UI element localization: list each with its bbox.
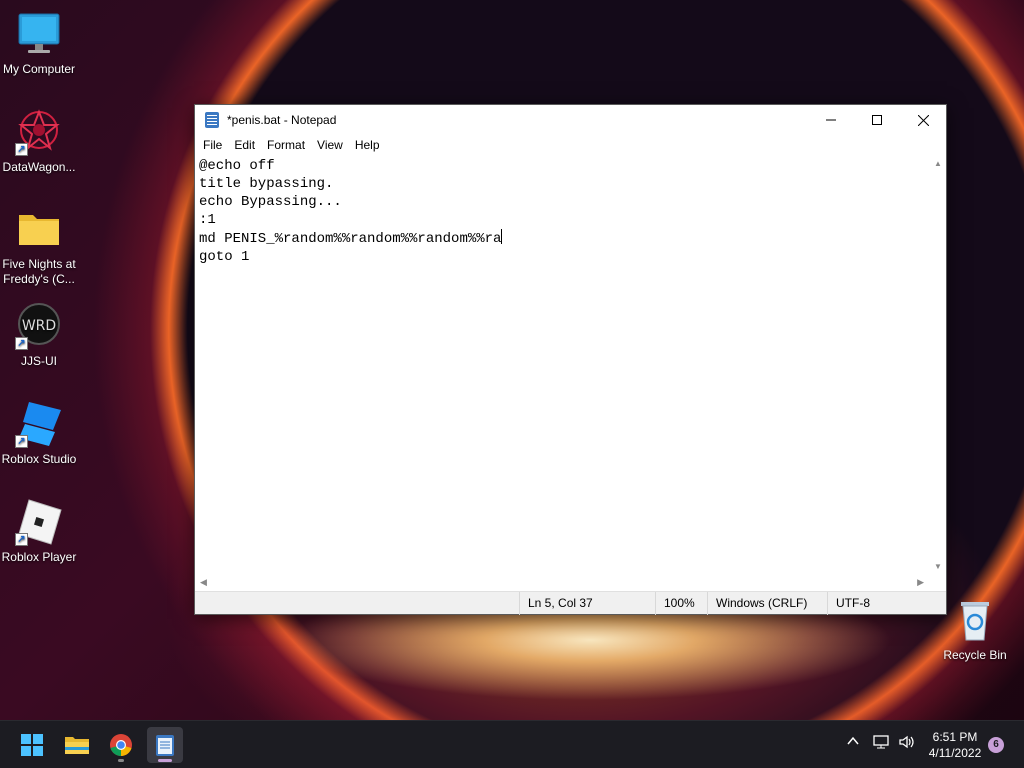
jjs-ui-icon: WRD ↗ bbox=[15, 302, 63, 350]
notification-badge[interactable]: 6 bbox=[988, 737, 1004, 753]
close-icon bbox=[917, 114, 929, 126]
text-caret bbox=[501, 229, 503, 244]
clock[interactable]: 6:51 PM 4/11/2022 bbox=[920, 729, 990, 761]
menu-bar: File Edit Format View Help bbox=[195, 135, 946, 155]
volume-icon[interactable] bbox=[898, 734, 916, 753]
notepad-window[interactable]: *penis.bat - Notepad File Edit Format Vi… bbox=[194, 104, 947, 615]
desktop-icon-datawagon[interactable]: ↗ DataWagon... bbox=[0, 108, 78, 175]
editor-line: echo Bypassing... bbox=[199, 194, 342, 210]
notepad-icon bbox=[156, 735, 174, 756]
desktop-icon-label: Roblox Player bbox=[1, 550, 77, 564]
shortcut-arrow-icon: ↗ bbox=[15, 337, 28, 350]
text-editor[interactable]: @echo off title bypassing. echo Bypassing.… bbox=[195, 155, 930, 575]
minimize-button[interactable] bbox=[808, 105, 854, 135]
desktop-icon-recycle-bin[interactable]: Recycle Bin bbox=[936, 596, 1014, 663]
window-title: *penis.bat - Notepad bbox=[227, 113, 337, 127]
desktop-icon-roblox-studio[interactable]: ↗ Roblox Studio bbox=[0, 400, 78, 467]
clock-date: 4/11/2022 bbox=[928, 746, 982, 760]
monitor-icon bbox=[15, 10, 63, 58]
editor-line: @echo off bbox=[199, 158, 275, 174]
maximize-button[interactable] bbox=[854, 105, 900, 135]
shortcut-arrow-icon: ↗ bbox=[15, 533, 28, 546]
desktop-icon-label: Five Nights at Freddy's (C... bbox=[2, 257, 76, 286]
status-position: Ln 5, Col 37 bbox=[519, 592, 655, 615]
scroll-right-icon[interactable]: ▶ bbox=[917, 577, 924, 588]
editor-line: title bypassing. bbox=[199, 176, 334, 192]
scroll-left-icon[interactable]: ◀ bbox=[200, 577, 207, 588]
scroll-up-icon[interactable]: ▲ bbox=[934, 159, 942, 168]
menu-view[interactable]: View bbox=[311, 138, 349, 152]
horizontal-scrollbar[interactable]: ◀ ▶ bbox=[195, 575, 930, 591]
desktop-icon-label: DataWagon... bbox=[2, 160, 76, 174]
start-button[interactable] bbox=[14, 727, 50, 763]
menu-help[interactable]: Help bbox=[349, 138, 386, 152]
desktop-icon-jjs-ui[interactable]: WRD ↗ JJS-UI bbox=[0, 302, 78, 369]
scroll-down-icon[interactable]: ▼ bbox=[934, 562, 942, 571]
status-bar: Ln 5, Col 37 100% Windows (CRLF) UTF-8 bbox=[195, 591, 947, 615]
taskbar-chrome[interactable] bbox=[103, 727, 139, 763]
notepad-titlebar[interactable]: *penis.bat - Notepad bbox=[195, 105, 946, 135]
roblox-player-icon: ↗ bbox=[15, 498, 63, 546]
menu-format[interactable]: Format bbox=[261, 138, 311, 152]
menu-edit[interactable]: Edit bbox=[228, 138, 261, 152]
recycle-bin-icon bbox=[951, 596, 999, 644]
desktop-icon-label: My Computer bbox=[2, 62, 76, 76]
taskbar-notepad[interactable] bbox=[147, 727, 183, 763]
roblox-studio-icon: ↗ bbox=[15, 400, 63, 448]
windows-icon bbox=[21, 734, 43, 756]
close-button[interactable] bbox=[900, 105, 946, 135]
notepad-app-icon bbox=[205, 112, 219, 128]
running-indicator bbox=[158, 759, 172, 762]
desktop-icon-my-computer[interactable]: My Computer bbox=[0, 10, 78, 77]
jjs-ui-logo-text: WRD bbox=[22, 318, 56, 334]
datawagon-icon: ↗ bbox=[15, 108, 63, 156]
taskbar-file-explorer[interactable] bbox=[59, 727, 95, 763]
running-indicator bbox=[118, 759, 124, 762]
desktop-icon-roblox-player[interactable]: ↗ Roblox Player bbox=[0, 498, 78, 565]
editor-line-text: md PENIS_%random%%random%%random%%ra bbox=[199, 231, 502, 247]
desktop-icon-fnaf[interactable]: Five Nights at Freddy's (C... bbox=[0, 205, 78, 287]
minimize-icon bbox=[826, 119, 836, 121]
editor-line: goto 1 bbox=[199, 249, 250, 265]
shortcut-arrow-icon: ↗ bbox=[15, 143, 28, 156]
folder-icon bbox=[15, 205, 63, 253]
editor-line: :1 bbox=[199, 212, 216, 228]
clock-time: 6:51 PM bbox=[932, 730, 978, 744]
tray-overflow-chevron-up-icon[interactable] bbox=[846, 734, 860, 751]
desktop-icon-label: Roblox Studio bbox=[1, 452, 77, 466]
desktop-icon-label: Recycle Bin bbox=[943, 648, 1007, 662]
desktop-icon-label: JJS-UI bbox=[21, 354, 57, 368]
vertical-scrollbar[interactable]: ▲ ▼ bbox=[930, 155, 946, 575]
chrome-icon bbox=[110, 734, 132, 756]
status-encoding: UTF-8 bbox=[827, 592, 947, 615]
network-icon[interactable] bbox=[872, 734, 890, 753]
shortcut-arrow-icon: ↗ bbox=[15, 435, 28, 448]
status-zoom: 100% bbox=[655, 592, 707, 615]
taskbar: 6:51 PM 4/11/2022 6 bbox=[0, 720, 1024, 768]
status-line-ending: Windows (CRLF) bbox=[707, 592, 827, 615]
menu-file[interactable]: File bbox=[197, 138, 228, 152]
maximize-icon bbox=[872, 115, 882, 125]
editor-line-current: md PENIS_%random%%random%%random%%ra bbox=[199, 229, 926, 248]
file-explorer-icon bbox=[65, 737, 89, 754]
